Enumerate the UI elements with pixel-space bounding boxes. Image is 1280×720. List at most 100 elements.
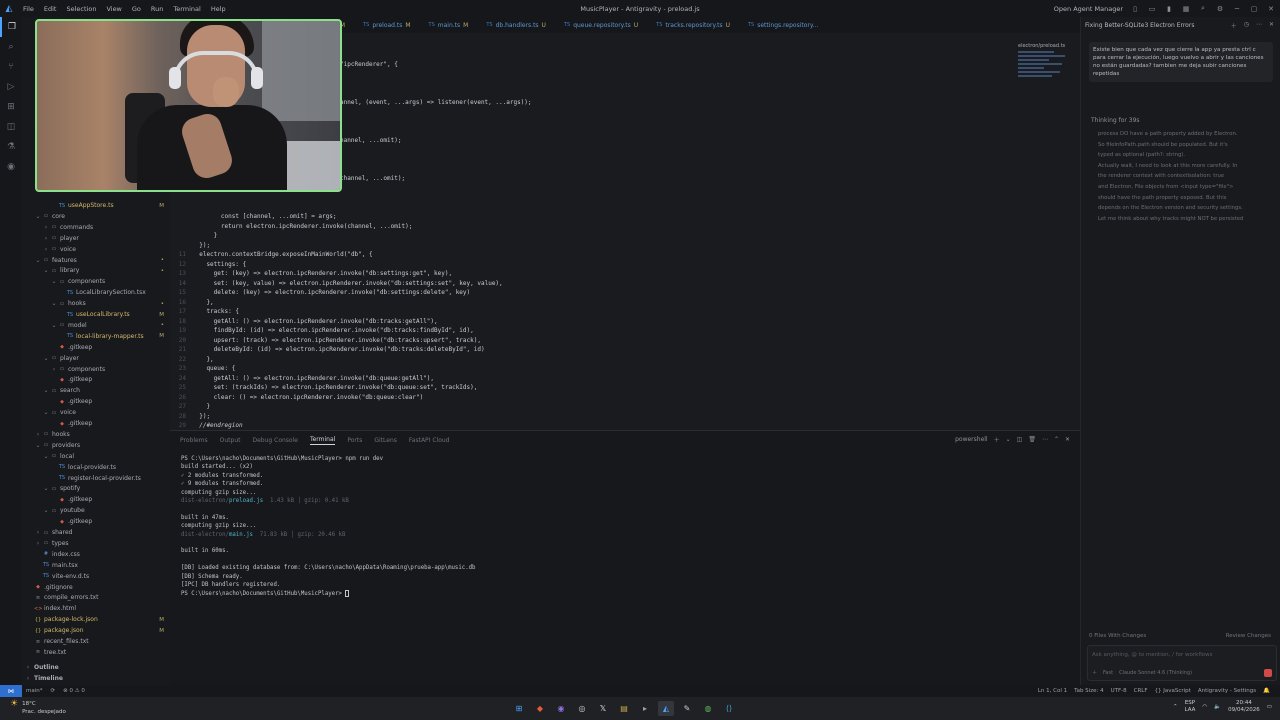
menu-selection[interactable]: Selection bbox=[61, 5, 101, 13]
explorer-item[interactable]: <> index.html bbox=[22, 603, 170, 614]
editor-tab[interactable]: TS db.handlers.ts U bbox=[477, 17, 555, 33]
terminal-app-icon[interactable]: ▸ bbox=[637, 701, 653, 716]
code-line[interactable]: 13 get: (key) => electron.ipcRenderer.in… bbox=[170, 270, 452, 280]
gitlens-icon[interactable]: ◉ bbox=[0, 157, 22, 177]
layout-secondary-icon[interactable]: ▮ bbox=[1164, 5, 1174, 13]
menu-view[interactable]: View bbox=[101, 5, 126, 13]
brave-browser-icon[interactable]: ◆ bbox=[532, 701, 548, 716]
settings-gear-icon[interactable]: ⚙ bbox=[1215, 5, 1225, 13]
code-line[interactable]: 28 }); bbox=[170, 413, 210, 423]
explorer-item[interactable]: › ▭ player bbox=[22, 233, 170, 244]
explorer-item[interactable]: ⌄ ▭ spotify bbox=[22, 483, 170, 494]
menu-run[interactable]: Run bbox=[146, 5, 168, 13]
explorer-item[interactable]: ⌄ ▭ components bbox=[22, 276, 170, 287]
menu-file[interactable]: File bbox=[18, 5, 39, 13]
minimize-icon[interactable]: ─ bbox=[1232, 5, 1242, 13]
file-explorer-icon[interactable]: ▤ bbox=[616, 701, 632, 716]
code-line[interactable]: 24 getAll: () => electron.ipcRenderer.in… bbox=[170, 375, 434, 385]
panel-tab-gitlens[interactable]: GitLens bbox=[374, 437, 397, 444]
explorer-item[interactable]: › ▭ types bbox=[22, 538, 170, 549]
code-line[interactable]: on(channel, (event, ...args) => listener… bbox=[322, 99, 532, 109]
thinking-toggle[interactable]: Thinking for 39s bbox=[1091, 117, 1140, 124]
editor-tab[interactable]: TS preload.ts M bbox=[354, 17, 419, 33]
explorer-item[interactable]: TS register-local-provider.ts bbox=[22, 473, 170, 484]
explorer-item[interactable]: TS local-library-mapper.ts M bbox=[22, 331, 170, 342]
panel-tab-terminal[interactable]: Terminal bbox=[309, 436, 336, 445]
files-changed-label[interactable]: 0 Files With Changes bbox=[1089, 633, 1146, 639]
explorer-item[interactable]: ≡ recent_files.txt bbox=[22, 636, 170, 647]
layout-sidebar-icon[interactable]: ▯ bbox=[1130, 5, 1140, 13]
cursor-position[interactable]: Ln 1, Col 1 bbox=[1038, 688, 1067, 694]
explorer-icon[interactable]: ❐ bbox=[0, 17, 22, 37]
editor-tab[interactable]: TS queue.repository.ts U bbox=[555, 17, 647, 33]
code-line[interactable]: 11 electron.contextBridge.exposeInMainWo… bbox=[170, 251, 373, 261]
remote-indicator-icon[interactable]: ⋈ bbox=[0, 685, 22, 697]
code-line[interactable]: 12 settings: { bbox=[170, 261, 246, 271]
notepad-icon[interactable]: ✎ bbox=[679, 701, 695, 716]
antigravity-settings[interactable]: Antigravity - Settings bbox=[1198, 688, 1256, 694]
code-line[interactable]: } bbox=[170, 232, 218, 242]
explorer-item[interactable]: ⌄ ▭ local bbox=[22, 451, 170, 462]
customize-layout-icon[interactable]: ▦ bbox=[1181, 5, 1191, 13]
explorer-item[interactable]: ⌄ ▭ player bbox=[22, 353, 170, 364]
antigravity-app-icon[interactable]: ◭ bbox=[658, 701, 674, 716]
extensions-icon[interactable]: ⊞ bbox=[0, 97, 22, 117]
clock[interactable]: 20:44 09/04/2026 bbox=[1228, 700, 1260, 714]
explorer-item[interactable]: ◆ .gitkeep bbox=[22, 516, 170, 527]
layout-panel-icon[interactable]: ▭ bbox=[1147, 5, 1157, 13]
terminal-shell-label[interactable]: powershell bbox=[955, 436, 988, 443]
explorer-item[interactable]: ⌄ ▭ search bbox=[22, 385, 170, 396]
code-line[interactable]: 15 delete: (key) => electron.ipcRenderer… bbox=[170, 289, 470, 299]
explorer-item[interactable]: ⌄ ▭ youtube bbox=[22, 505, 170, 516]
editor-tab[interactable]: TS main.ts M bbox=[420, 17, 478, 33]
keyboard-layout[interactable]: ESP LAA bbox=[1185, 700, 1196, 714]
add-context-icon[interactable]: ＋ bbox=[1092, 669, 1097, 676]
code-line[interactable]: 16 }, bbox=[170, 299, 214, 309]
explorer-item[interactable]: › ▭ shared bbox=[22, 527, 170, 538]
more-actions-icon[interactable]: ⋯ bbox=[1042, 436, 1048, 443]
open-agent-manager-button[interactable]: Open Agent Manager bbox=[1054, 5, 1123, 13]
model-selector[interactable]: Claude Sonnet 4.6 (Thinking) bbox=[1119, 670, 1192, 676]
explorer-item[interactable]: ⌄ ▭ core bbox=[22, 211, 170, 222]
source-control-icon[interactable]: ⑂ bbox=[0, 57, 22, 77]
language-mode[interactable]: {} JavaScript bbox=[1155, 688, 1191, 694]
panel-tab-debug-console[interactable]: Debug Console bbox=[253, 437, 298, 444]
menu-terminal[interactable]: Terminal bbox=[168, 5, 205, 13]
code-line[interactable]: 27 } bbox=[170, 403, 210, 413]
explorer-item[interactable]: ⌄ ▭ model • bbox=[22, 320, 170, 331]
explorer-item[interactable]: ≡ compile_errors.txt bbox=[22, 592, 170, 603]
review-changes-button[interactable]: Review Changes bbox=[1226, 633, 1271, 639]
windows-start-icon[interactable]: ⊞ bbox=[511, 701, 527, 716]
explorer-item[interactable]: › ▭ hooks bbox=[22, 429, 170, 440]
code-line[interactable]: 17 tracks: { bbox=[170, 308, 239, 318]
explorer-item[interactable]: ◆ .gitkeep bbox=[22, 494, 170, 505]
sync-icon[interactable]: ⟳ bbox=[51, 688, 56, 694]
notification-center-icon[interactable]: ▭ bbox=[1267, 704, 1272, 710]
code-line[interactable]: 25 set: (trackIds) => electron.ipcRender… bbox=[170, 384, 478, 394]
menu-edit[interactable]: Edit bbox=[39, 5, 62, 13]
spotify-icon[interactable]: ◍ bbox=[700, 701, 716, 716]
explorer-item[interactable]: ⌄ ▭ library • bbox=[22, 265, 170, 276]
new-terminal-icon[interactable]: ＋ bbox=[994, 435, 1000, 444]
mode-selector[interactable]: Fast bbox=[1103, 670, 1113, 676]
panel-tab-fastapi-cloud[interactable]: FastAPI Cloud bbox=[409, 437, 450, 444]
explorer-item[interactable]: ◆ .gitkeep bbox=[22, 342, 170, 353]
explorer-item[interactable]: ◆ .gitkeep bbox=[22, 396, 170, 407]
explorer-item[interactable]: TS vite-env.d.ts bbox=[22, 571, 170, 582]
split-terminal-icon[interactable]: ◫ bbox=[1017, 436, 1023, 443]
code-line[interactable]: 14 set: (key, value) => electron.ipcRend… bbox=[170, 280, 503, 290]
kill-terminal-icon[interactable]: 🗑 bbox=[1028, 436, 1036, 443]
chat-input-box[interactable]: Ask anything, @ to mention, / for workfl… bbox=[1087, 645, 1277, 681]
code-line[interactable]: const [channel, ...omit] = args; bbox=[170, 213, 337, 223]
testing-icon[interactable]: ⚗ bbox=[0, 137, 22, 157]
code-line[interactable]: 20 upsert: (track) => electron.ipcRender… bbox=[170, 337, 481, 347]
code-line[interactable]: 26 clear: () => electron.ipcRenderer.inv… bbox=[170, 394, 423, 404]
git-branch[interactable]: main* bbox=[26, 688, 43, 694]
encoding[interactable]: UTF-8 bbox=[1111, 688, 1127, 694]
editor-tab[interactable]: TS tracks.repository.ts U bbox=[647, 17, 739, 33]
explorer-item[interactable]: ◆ .gitkeep bbox=[22, 374, 170, 385]
sidebar-section-outline[interactable]: › Outline bbox=[22, 662, 170, 673]
maximize-icon[interactable]: ▢ bbox=[1249, 5, 1259, 13]
steam-icon[interactable]: ◎ bbox=[574, 701, 590, 716]
menu-go[interactable]: Go bbox=[127, 5, 146, 13]
